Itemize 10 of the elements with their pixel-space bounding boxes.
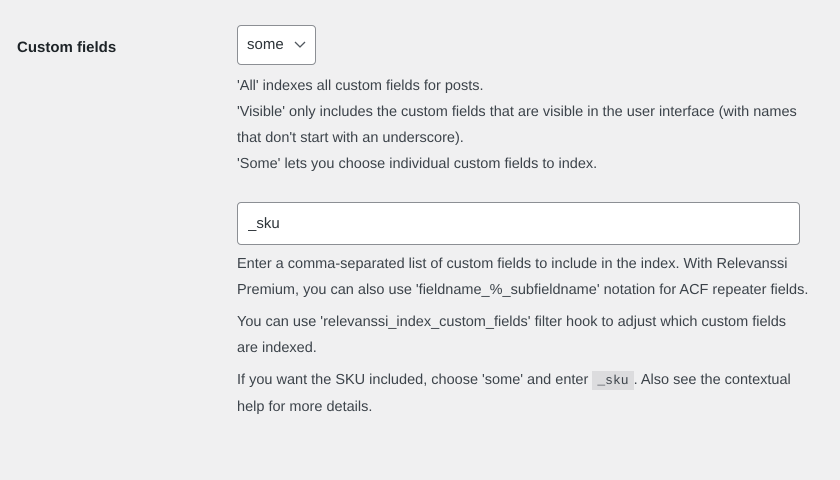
description-text: 'Some' lets you choose individual custom fields to index.	[237, 155, 598, 174]
dropdown-select[interactable]: some	[237, 25, 316, 65]
description-text: 'Visible' only includes the custom fields that are visible in the user interface (with names that don't start with an underscore).	[237, 103, 798, 148]
description-text: 'All' indexes all custom fields for posts.	[237, 77, 484, 96]
help-text: You can use 'relevanssi_index_custom_fields' filter hook to adjust which custom fields are indexed.	[237, 313, 788, 358]
chevron-down-icon	[294, 41, 306, 49]
help-text: If you want the SKU included, choose 'some' and enter _sku . Also see the contextual help for more details.	[237, 370, 792, 417]
help-text: Enter a comma-separated list of custom fields to include in the index. With Relevanssi Premium, you can also use 'fieldname_%_subfieldname' notation for ACF repeater fields.	[237, 255, 810, 300]
input-field[interactable]: _sku	[237, 202, 800, 245]
field-label: Custom fields	[17, 39, 116, 56]
